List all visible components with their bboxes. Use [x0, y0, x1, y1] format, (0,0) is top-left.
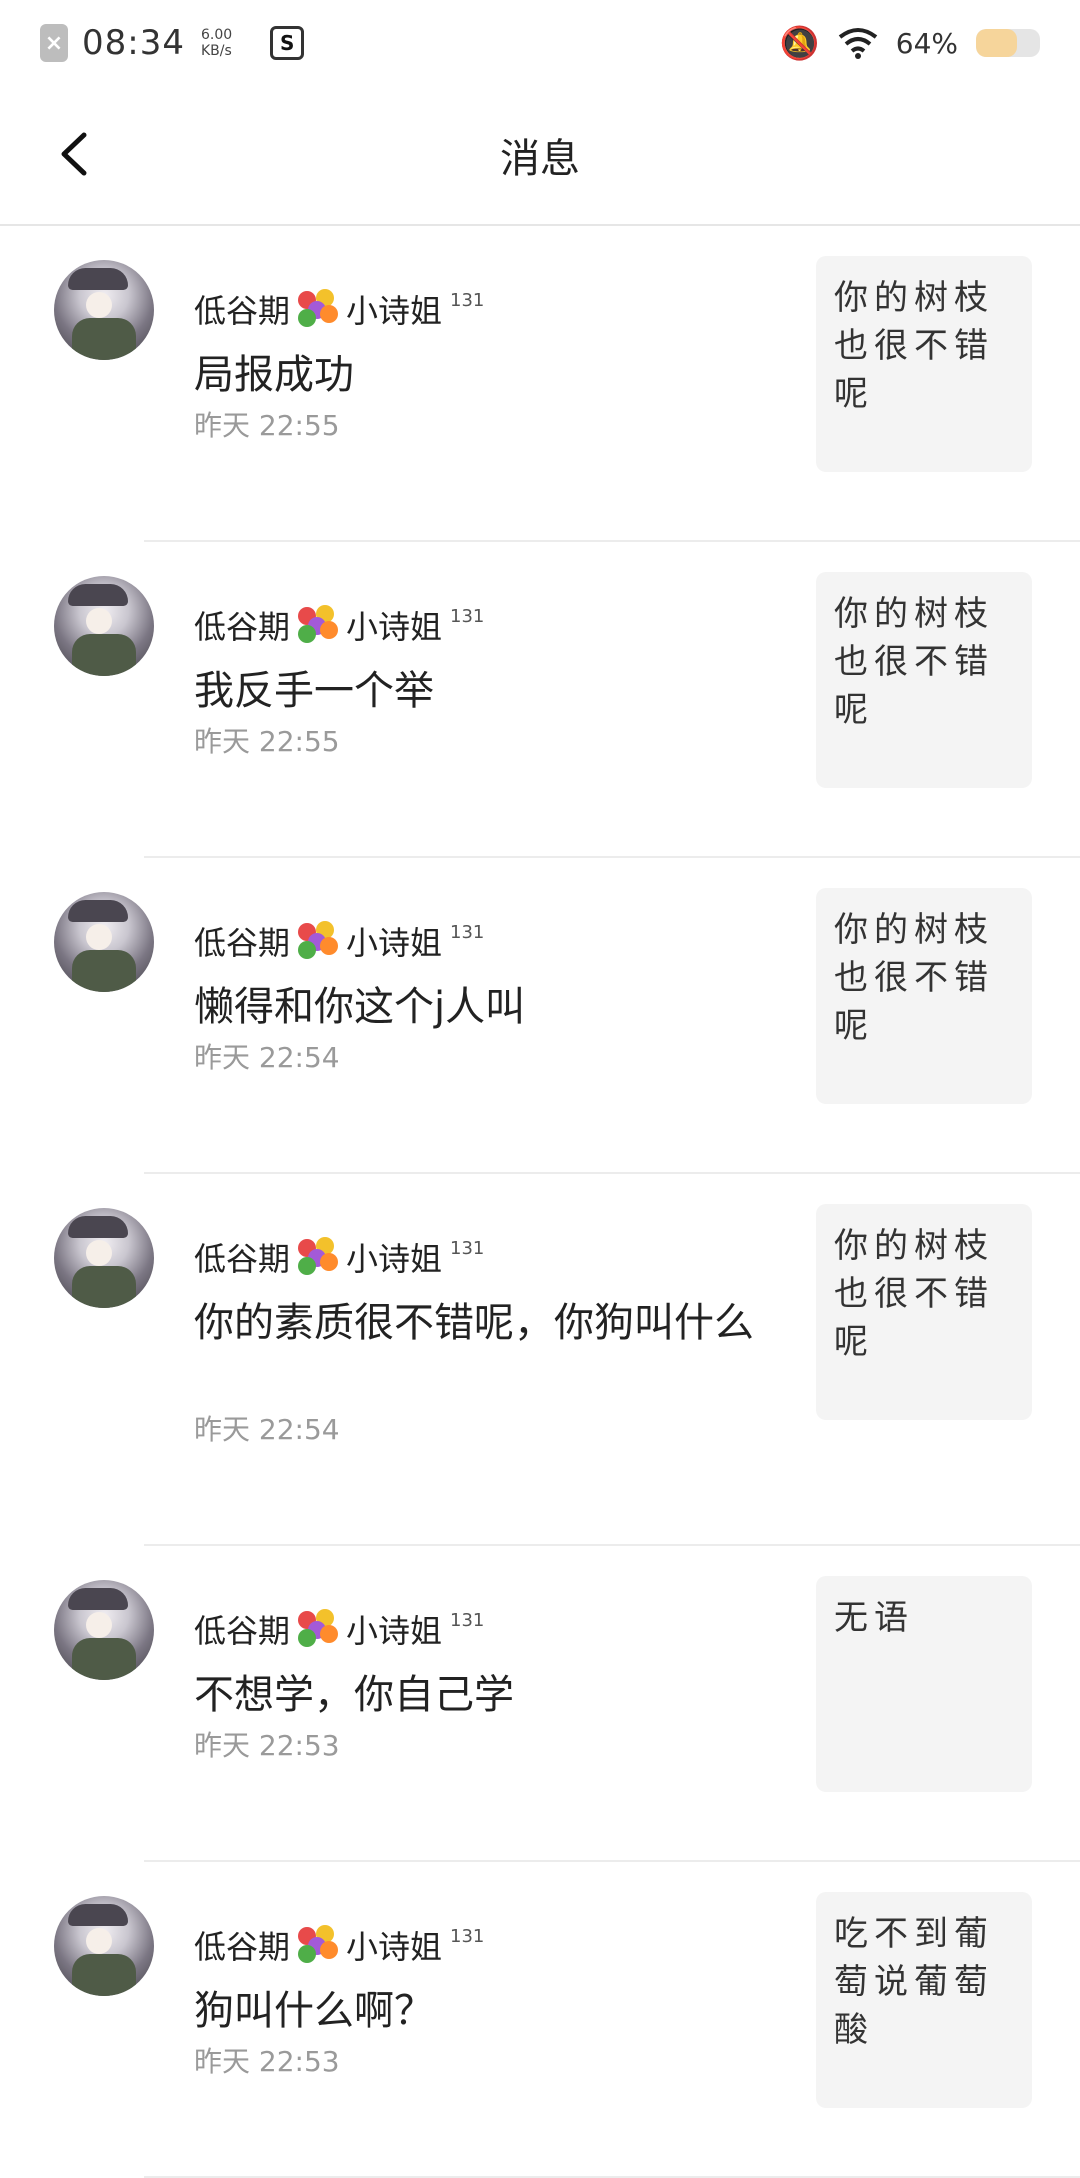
flower-bouquet-icon — [296, 1607, 340, 1651]
sender-line: 低谷期 小诗姐 131 — [194, 1606, 484, 1652]
message-time: 昨天 22:53 — [194, 1729, 340, 1762]
message-text: 狗叫什么啊？ — [194, 1988, 434, 2034]
sender-name[interactable]: 低谷期 — [194, 1234, 290, 1280]
sender-name[interactable]: 低谷期 — [194, 1922, 290, 1968]
avatar-coat — [72, 634, 136, 676]
sender-name[interactable]: 低谷期 — [194, 286, 290, 332]
message-text: 懒得和你这个j人叫 — [194, 984, 526, 1030]
flower-bouquet-icon — [296, 1923, 340, 1967]
avatar-face — [86, 608, 112, 634]
message-text: 不想学，你自己学 — [194, 1672, 514, 1718]
level-badge: 131 — [450, 1926, 485, 1947]
message-time: 昨天 22:53 — [194, 2045, 340, 2078]
avatar-face — [86, 1612, 112, 1638]
message-item[interactable]: 低谷期 小诗姐 131 局报成功 昨天 22:55 你的树枝也很不错呢 — [0, 226, 1080, 542]
avatar-hat — [68, 1588, 128, 1610]
avatar-face — [86, 292, 112, 318]
avatar-coat — [72, 1638, 136, 1680]
avatar-face — [86, 1240, 112, 1266]
level-badge: 131 — [450, 1610, 485, 1631]
message-time: 昨天 22:54 — [194, 1413, 340, 1446]
message-item[interactable]: 低谷期 小诗姐 131 你的素质很不错呢，你狗叫什么 昨天 22:54 你的树枝… — [0, 1174, 1080, 1546]
sender-name[interactable]: 低谷期 — [194, 1606, 290, 1652]
message-item[interactable]: 低谷期 小诗姐 131 狗叫什么啊？ 昨天 22:53 吃不到葡萄说葡萄酸 — [0, 1862, 1080, 2178]
sender-nickname[interactable]: 小诗姐 — [346, 1234, 442, 1280]
battery-fill — [976, 29, 1017, 57]
status-bar: × 08:34 6.00 KB/s S 🔕 64% — [0, 0, 1080, 86]
wifi-icon — [838, 28, 877, 59]
message-text: 我反手一个举 — [194, 668, 434, 714]
message-text: 你的素质很不错呢，你狗叫什么 — [194, 1300, 754, 1346]
avatar-hat — [68, 584, 128, 606]
avatar[interactable] — [54, 576, 154, 676]
avatar-hat — [68, 900, 128, 922]
header-bar: 消息 — [0, 86, 1080, 226]
avatar[interactable] — [54, 1896, 154, 1996]
quoted-original[interactable]: 你的树枝也很不错呢 — [816, 572, 1032, 788]
message-time: 昨天 22:55 — [194, 409, 340, 442]
avatar[interactable] — [54, 1580, 154, 1680]
sender-nickname[interactable]: 小诗姐 — [346, 286, 442, 332]
message-item[interactable]: 低谷期 小诗姐 131 懒得和你这个j人叫 昨天 22:54 你的树枝也很不错呢 — [0, 858, 1080, 1174]
avatar-hat — [68, 1216, 128, 1238]
avatar-hat — [68, 268, 128, 290]
message-item[interactable]: 低谷期 小诗姐 131 我反手一个举 昨天 22:55 你的树枝也很不错呢 — [0, 542, 1080, 858]
sender-line: 低谷期 小诗姐 131 — [194, 1234, 484, 1280]
network-speed: 6.00 KB/s — [201, 27, 232, 59]
flower-bouquet-icon — [296, 603, 340, 647]
avatar-coat — [72, 950, 136, 992]
network-speed-value: 6.00 — [200, 27, 233, 43]
message-item[interactable]: 低谷期 小诗姐 131 不想学，你自己学 昨天 22:53 无语 — [0, 1546, 1080, 1862]
flower-bouquet-icon — [296, 919, 340, 963]
level-badge: 131 — [450, 606, 485, 627]
avatar[interactable] — [54, 892, 154, 992]
battery-percent: 64% — [895, 26, 958, 60]
page-title: 消息 — [500, 136, 580, 182]
flower-bouquet-icon — [296, 1235, 340, 1279]
sender-nickname[interactable]: 小诗姐 — [346, 1922, 442, 1968]
avatar-hat — [68, 1904, 128, 1926]
message-time: 昨天 22:55 — [194, 725, 340, 758]
sender-line: 低谷期 小诗姐 131 — [194, 602, 484, 648]
sender-name[interactable]: 低谷期 — [194, 602, 290, 648]
sender-nickname[interactable]: 小诗姐 — [346, 602, 442, 648]
message-text: 局报成功 — [194, 352, 354, 398]
sender-name[interactable]: 低谷期 — [194, 918, 290, 964]
message-time: 昨天 22:54 — [194, 1041, 340, 1074]
sender-line: 低谷期 小诗姐 131 — [194, 286, 484, 332]
bell-muted-icon: 🔕 — [779, 24, 820, 62]
quoted-original[interactable]: 你的树枝也很不错呢 — [816, 888, 1032, 1104]
app-close-badge-icon: × — [40, 24, 68, 62]
avatar-face — [86, 924, 112, 950]
level-badge: 131 — [450, 290, 485, 311]
quoted-original[interactable]: 你的树枝也很不错呢 — [816, 256, 1032, 472]
quoted-original[interactable]: 你的树枝也很不错呢 — [816, 1204, 1032, 1420]
avatar-coat — [72, 1954, 136, 1996]
network-speed-unit: KB/s — [200, 43, 232, 59]
sender-nickname[interactable]: 小诗姐 — [346, 1606, 442, 1652]
message-list: 低谷期 小诗姐 131 局报成功 昨天 22:55 你的树枝也很不错呢 低谷期 — [0, 226, 1080, 2178]
quoted-original[interactable]: 无语 — [816, 1576, 1032, 1792]
avatar[interactable] — [54, 260, 154, 360]
avatar-face — [86, 1928, 112, 1954]
avatar-coat — [72, 1266, 136, 1308]
sender-line: 低谷期 小诗姐 131 — [194, 1922, 484, 1968]
battery-icon — [976, 29, 1040, 57]
quoted-original[interactable]: 吃不到葡萄说葡萄酸 — [816, 1892, 1032, 2108]
sender-nickname[interactable]: 小诗姐 — [346, 918, 442, 964]
avatar[interactable] — [54, 1208, 154, 1308]
status-time: 08:34 — [82, 23, 185, 63]
level-badge: 131 — [450, 1238, 485, 1259]
screenshot-icon: S — [270, 26, 305, 60]
sender-line: 低谷期 小诗姐 131 — [194, 918, 484, 964]
level-badge: 131 — [450, 922, 485, 943]
flower-bouquet-icon — [296, 287, 340, 331]
avatar-coat — [72, 318, 136, 360]
